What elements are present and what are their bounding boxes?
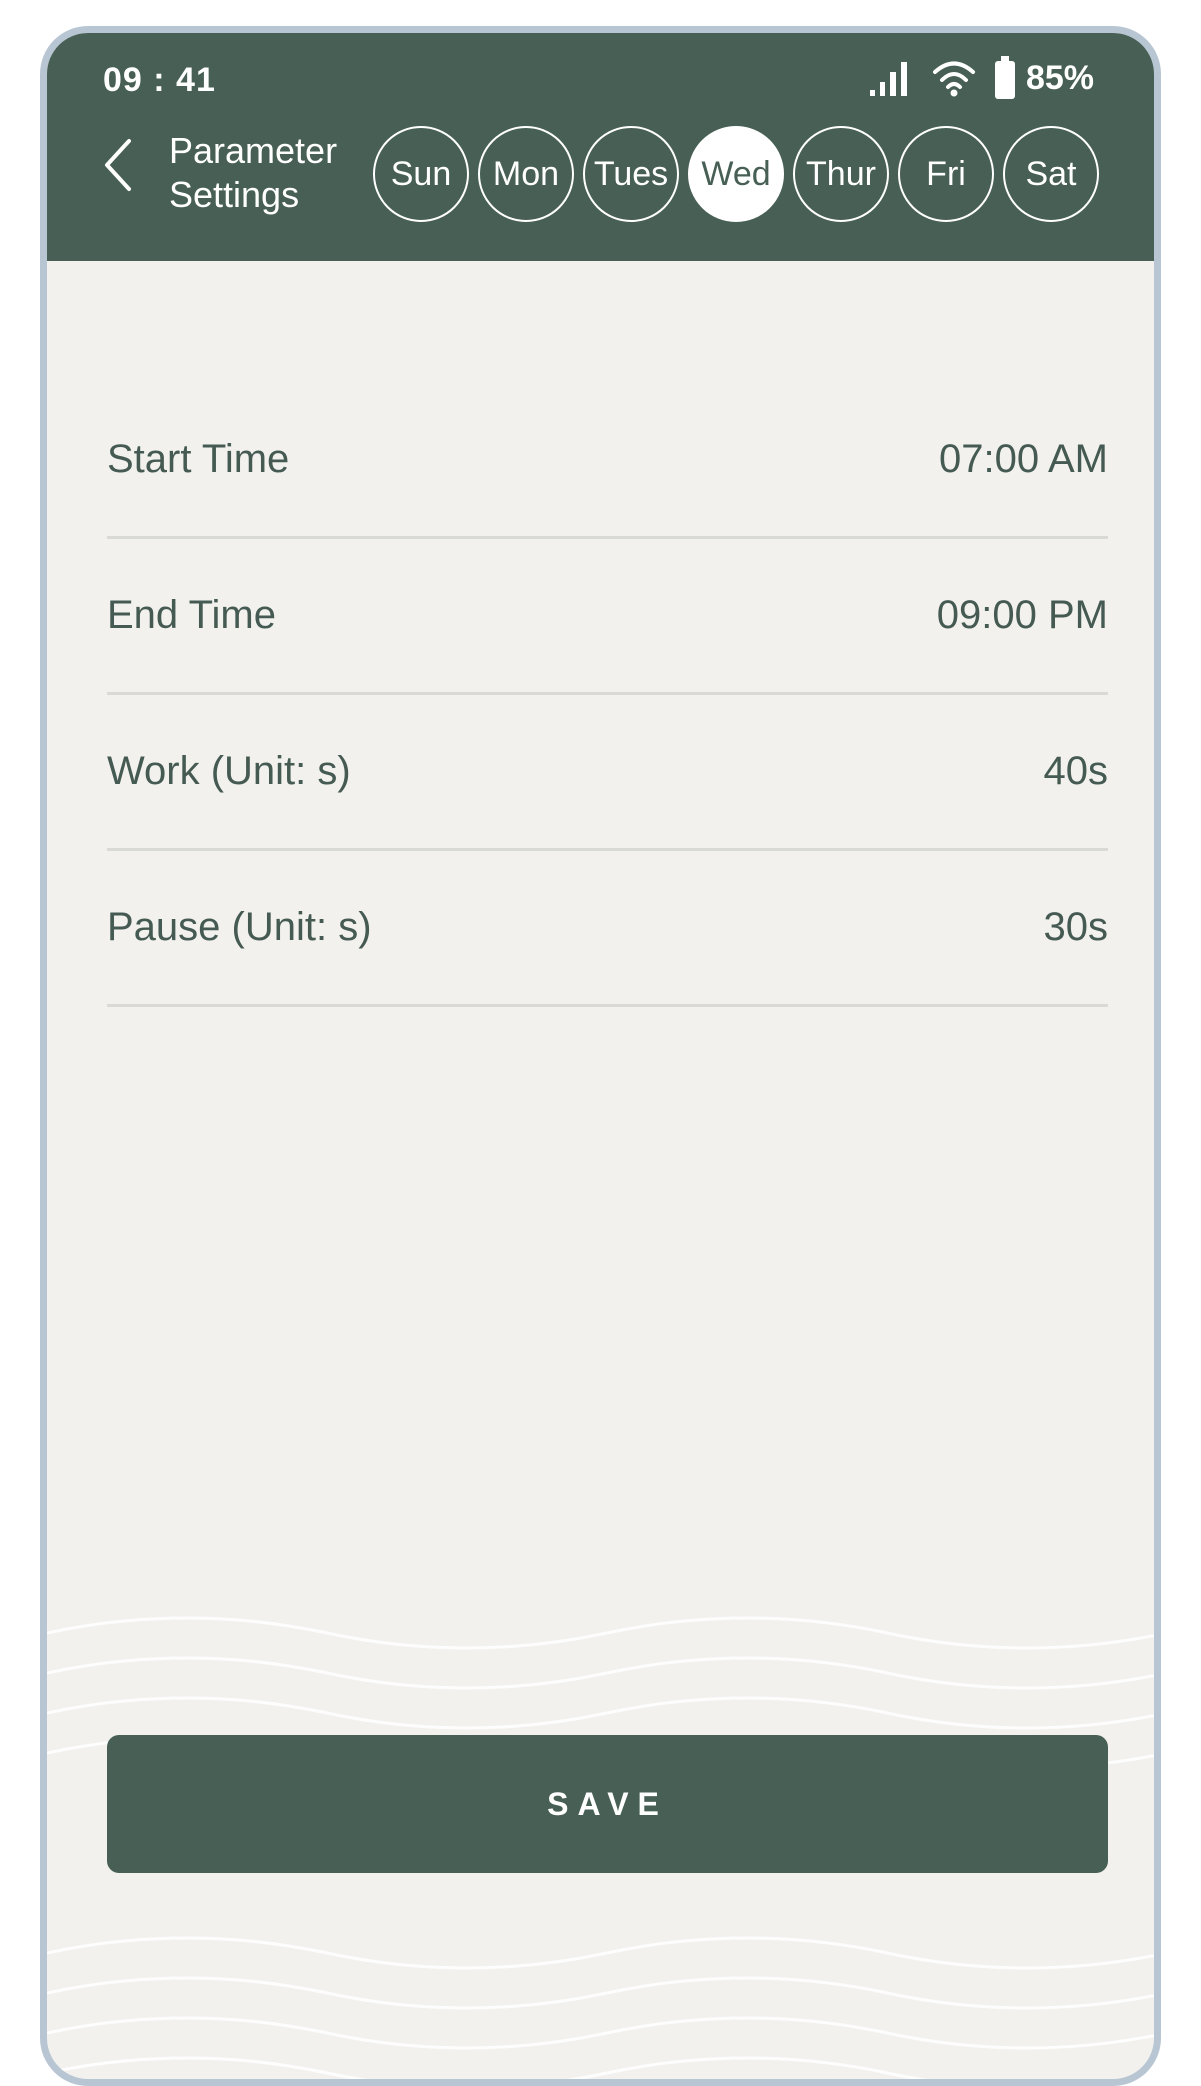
back-button[interactable] (99, 135, 139, 195)
start-time-value: 07:00 AM (938, 437, 1108, 481)
day-tab-mon[interactable]: Mon (478, 126, 574, 222)
pause-duration-row[interactable]: Pause (Unit: s) 30s (107, 851, 1108, 1007)
end-time-row[interactable]: End Time 09:00 PM (107, 539, 1108, 695)
work-duration-label: Work (Unit: s) (107, 749, 351, 793)
chevron-left-icon (105, 139, 131, 191)
header-bar: 09 : 41 85% Parameter Settings Sun Mon T… (47, 33, 1154, 261)
status-time: 09 : 41 (103, 61, 216, 99)
day-selector: Sun Mon Tues Wed Thur Fri Sat (373, 126, 1099, 222)
status-icons: 85% (868, 55, 1094, 101)
wifi-icon (932, 61, 975, 97)
day-tab-fri[interactable]: Fri (898, 126, 994, 222)
day-tab-sat[interactable]: Sat (1003, 126, 1099, 222)
phone-screen: 09 : 41 85% Parameter Settings Sun Mon T… (40, 26, 1161, 2086)
day-tab-sun[interactable]: Sun (373, 126, 469, 222)
work-duration-value: 40s (1043, 749, 1109, 793)
battery-percentage: 85% (1025, 58, 1094, 97)
end-time-label: End Time (107, 593, 276, 637)
end-time-value: 09:00 PM (936, 593, 1108, 637)
day-tab-thur[interactable]: Thur (793, 126, 889, 222)
page-title: Parameter Settings (169, 130, 338, 215)
day-tab-wed[interactable]: Wed (688, 126, 784, 222)
signal-icon (869, 62, 907, 96)
settings-list: Start Time 07:00 AM End Time 09:00 PM Wo… (107, 383, 1108, 1007)
battery-icon (994, 56, 1015, 99)
start-time-label: Start Time (107, 437, 290, 481)
pause-duration-label: Pause (Unit: s) (107, 905, 372, 949)
work-duration-row[interactable]: Work (Unit: s) 40s (107, 695, 1108, 851)
save-button[interactable]: SAVE (107, 1735, 1108, 1873)
start-time-row[interactable]: Start Time 07:00 AM (107, 383, 1108, 539)
pause-duration-value: 30s (1043, 905, 1109, 949)
day-tab-tues[interactable]: Tues (583, 126, 679, 222)
